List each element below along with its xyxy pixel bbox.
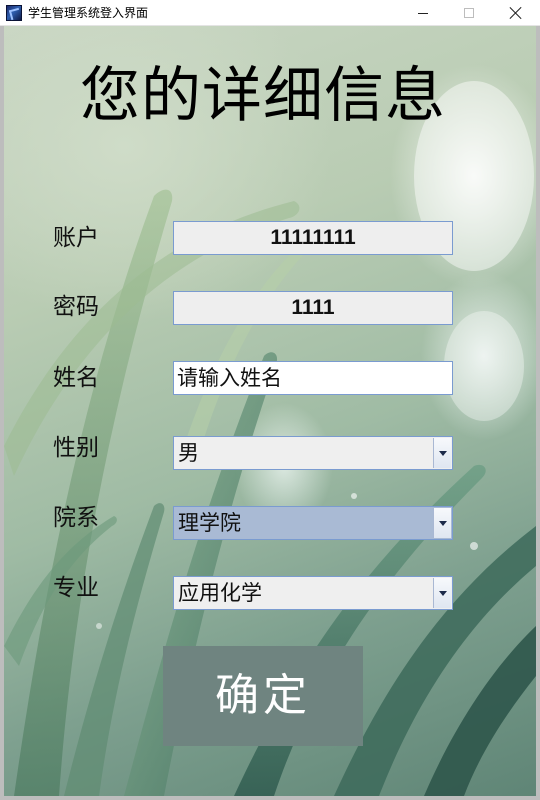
- window-bottom-border: [0, 796, 540, 800]
- close-button[interactable]: [493, 0, 539, 26]
- gender-select[interactable]: 男: [173, 436, 453, 470]
- major-label: 专业: [53, 575, 99, 601]
- minimize-button[interactable]: [400, 0, 446, 26]
- password-label: 密码: [53, 294, 99, 320]
- major-select[interactable]: 应用化学: [173, 576, 453, 610]
- name-label: 姓名: [53, 365, 99, 391]
- account-field[interactable]: 11111111: [173, 221, 453, 255]
- confirm-button[interactable]: 确定: [163, 646, 363, 746]
- password-field[interactable]: 1111: [173, 291, 453, 325]
- gender-select-value: 男: [178, 441, 199, 465]
- maximize-icon: [464, 8, 474, 18]
- page-title: 您的详细信息: [80, 61, 446, 131]
- department-select[interactable]: 理学院: [173, 506, 453, 540]
- minimize-icon: [418, 12, 428, 14]
- department-dropdown-button[interactable]: [433, 508, 451, 538]
- department-select-value: 理学院: [178, 511, 241, 535]
- chevron-down-icon: [438, 450, 447, 456]
- gender-label: 性别: [53, 435, 99, 461]
- window-title: 学生管理系统登入界面: [28, 6, 149, 20]
- maximize-button[interactable]: [446, 0, 492, 26]
- chevron-down-icon: [438, 520, 447, 526]
- app-icon: [6, 5, 22, 21]
- department-label: 院系: [53, 505, 99, 531]
- account-label: 账户: [53, 225, 99, 251]
- name-input[interactable]: 请输入姓名: [173, 361, 453, 395]
- major-dropdown-button[interactable]: [433, 578, 451, 608]
- close-icon: [509, 6, 523, 20]
- window-titlebar: 学生管理系统登入界面: [0, 0, 540, 26]
- major-select-value: 应用化学: [178, 581, 262, 605]
- gender-dropdown-button[interactable]: [433, 438, 451, 468]
- window-right-border: [536, 26, 540, 800]
- chevron-down-icon: [438, 590, 447, 596]
